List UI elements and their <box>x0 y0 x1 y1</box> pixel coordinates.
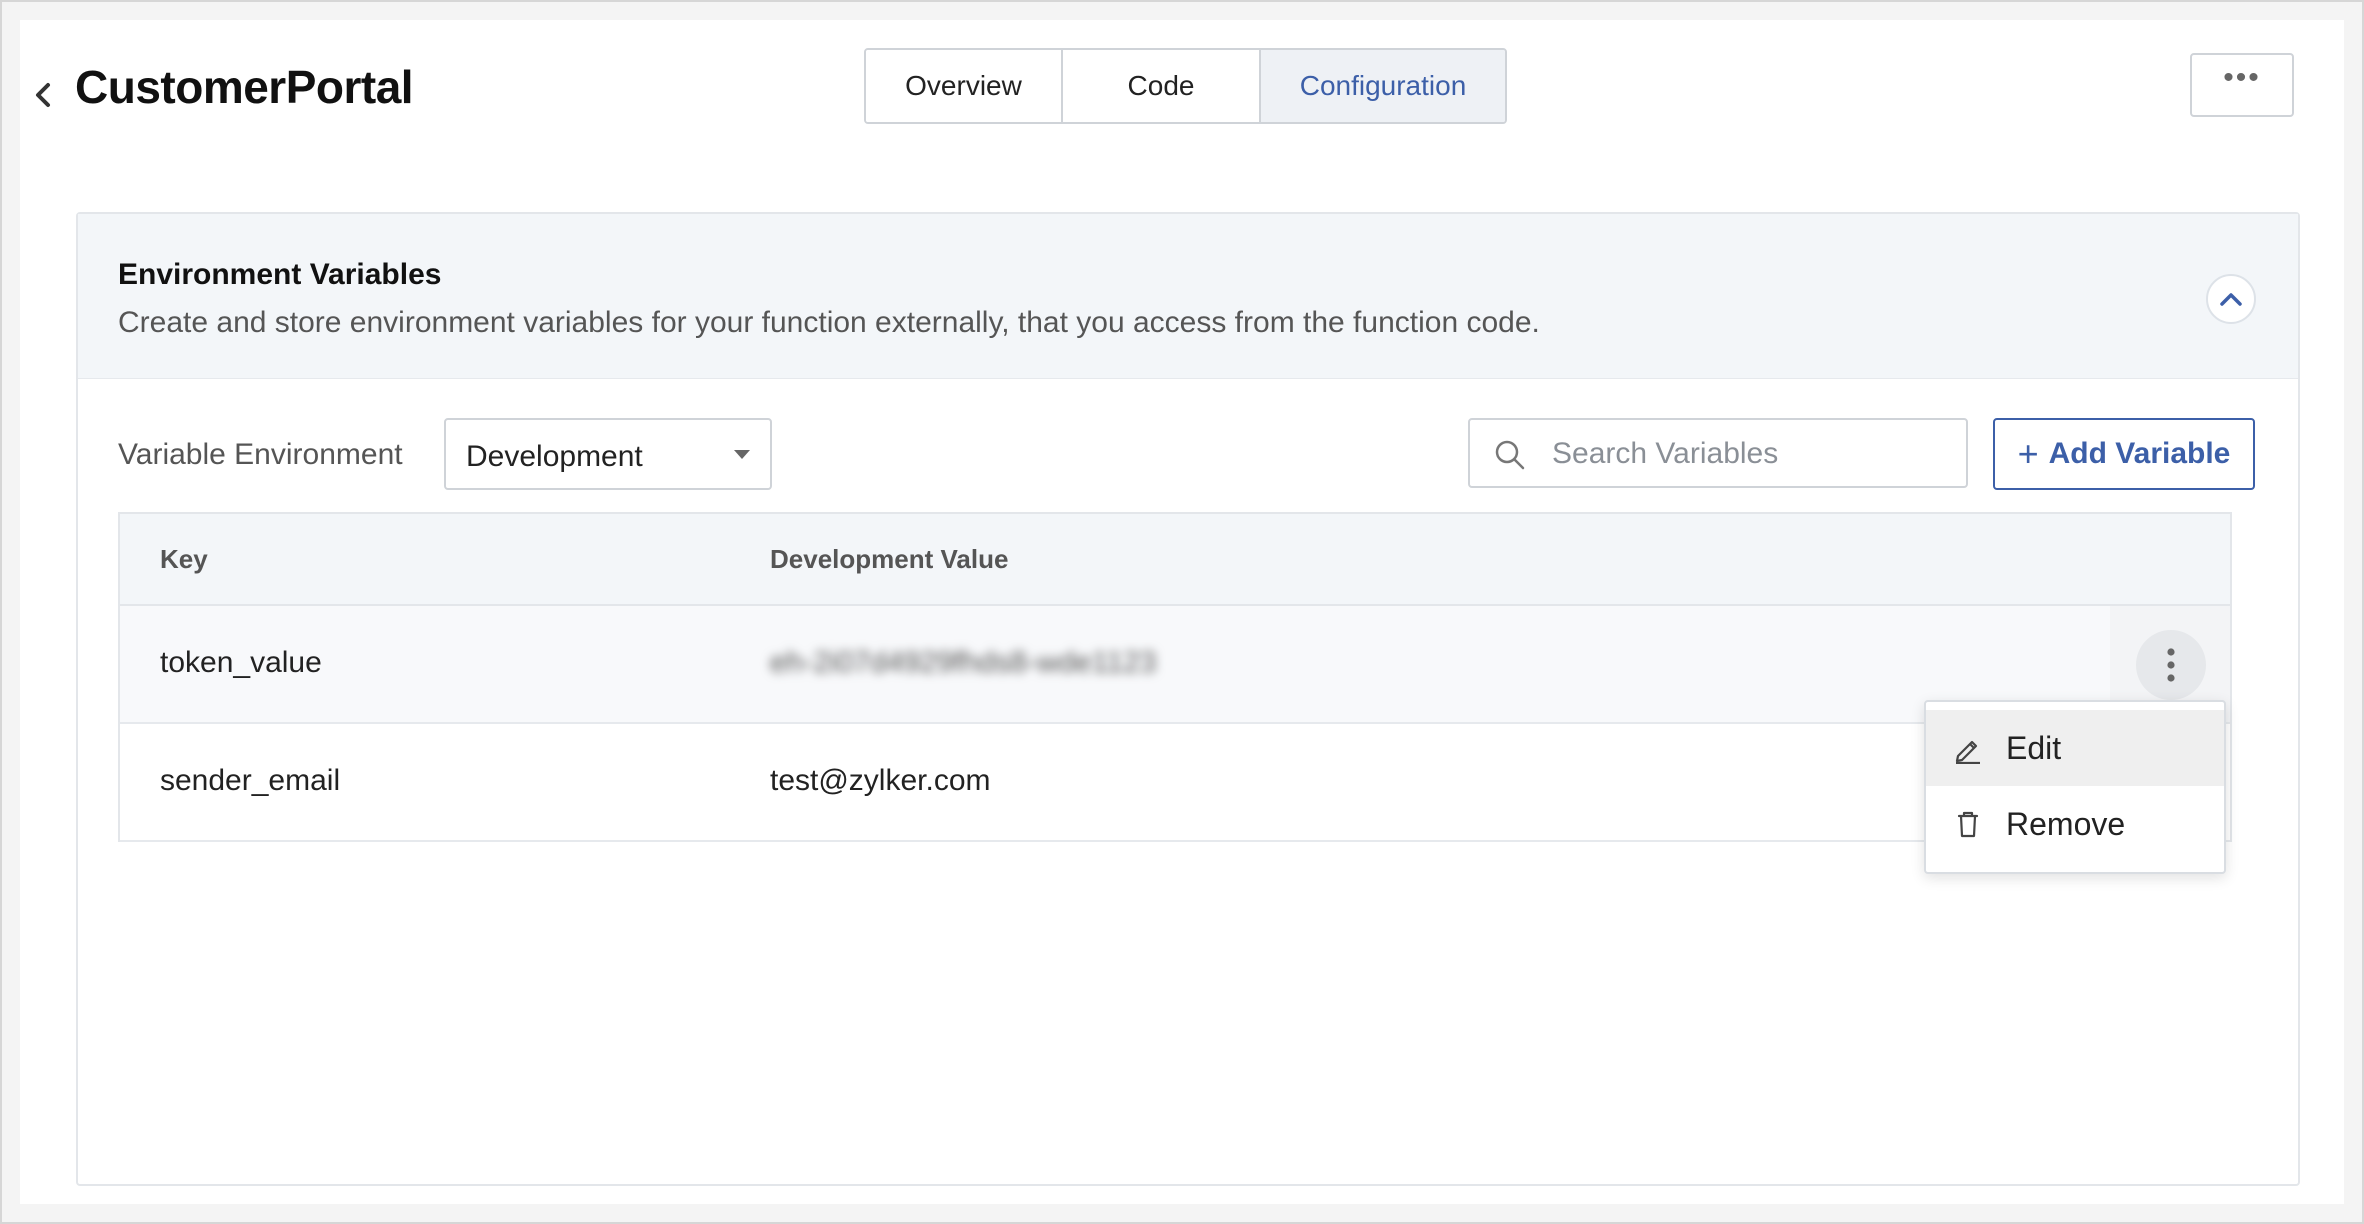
trash-icon <box>1957 811 1979 838</box>
chevron-left-icon[interactable] <box>28 75 58 115</box>
variable-key: token_value <box>160 646 322 679</box>
variable-environment-label: Variable Environment <box>118 438 403 471</box>
plus-icon: + <box>2017 433 2039 474</box>
menu-item-remove[interactable]: Remove <box>1926 786 2224 862</box>
menu-item-label: Remove <box>2006 806 2126 842</box>
tab-configuration[interactable]: Configuration <box>1261 50 1505 122</box>
chevron-up-icon <box>2220 293 2242 306</box>
variables-table: Key Development Value token_value eh-2i0… <box>118 512 2232 842</box>
vertical-ellipsis-icon <box>2167 648 2175 682</box>
search-field[interactable] <box>1468 418 1968 488</box>
pencil-icon <box>1955 740 1980 764</box>
variable-value-masked: eh-2i07d4929fhds8-wde1123 <box>770 646 1157 679</box>
more-options-button[interactable]: ••• <box>2190 53 2294 117</box>
page-title: CustomerPortal <box>75 61 414 113</box>
collapse-button[interactable] <box>2206 274 2256 324</box>
panel-header: Environment Variables Create and store e… <box>78 214 2298 379</box>
row-menu-button[interactable] <box>2136 630 2206 700</box>
search-input[interactable] <box>1550 432 1954 476</box>
row-context-menu: Edit Remove <box>1924 700 2226 874</box>
variable-key: sender_email <box>160 764 341 797</box>
table-header: Key Development Value <box>120 514 2230 606</box>
column-header-key: Key <box>160 544 208 574</box>
table-row[interactable]: sender_email test@zylker.com <box>120 724 2230 842</box>
add-variable-button[interactable]: + Add Variable <box>1993 418 2255 490</box>
view-tabs: Overview Code Configuration <box>864 48 1507 124</box>
tab-code[interactable]: Code <box>1063 50 1261 122</box>
variable-value: test@zylker.com <box>770 764 991 797</box>
add-variable-label: Add Variable <box>2048 437 2231 470</box>
section-title: Environment Variables <box>118 258 442 291</box>
environment-select-value: Development <box>466 440 643 473</box>
search-icon <box>1495 440 1525 470</box>
table-row[interactable]: token_value eh-2i07d4929fhds8-wde1123 <box>120 606 2230 724</box>
menu-item-label: Edit <box>2006 730 2062 766</box>
column-header-value: Development Value <box>770 544 1009 574</box>
ellipsis-icon: ••• <box>2223 61 2261 94</box>
environment-select[interactable]: Development <box>444 418 772 490</box>
menu-item-edit[interactable]: Edit <box>1926 710 2224 786</box>
environment-variables-panel: Environment Variables Create and store e… <box>76 212 2300 1186</box>
caret-down-icon <box>734 450 750 459</box>
section-description: Create and store environment variables f… <box>118 306 1540 339</box>
page: CustomerPortal Overview Code Configurati… <box>20 20 2344 1204</box>
tab-overview[interactable]: Overview <box>866 50 1063 122</box>
